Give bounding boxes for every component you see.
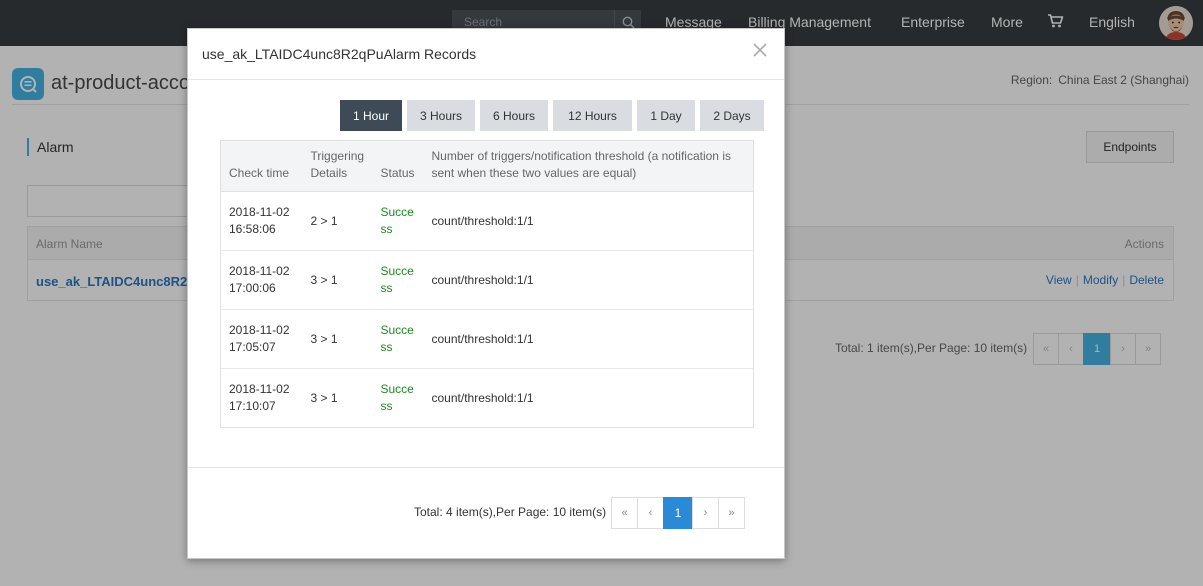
threshold-cell: count/threshold:1/1 <box>423 250 754 310</box>
tab-1-hour[interactable]: 1 Hour <box>340 100 402 131</box>
dialog-footer-divider <box>188 467 784 468</box>
threshold-cell: count/threshold:1/1 <box>431 390 534 405</box>
last-page-button[interactable]: » <box>718 497 745 529</box>
records-table: Check time Triggering Details Status Num… <box>220 140 754 428</box>
status-cell: Success <box>372 309 424 369</box>
alarm-records-dialog: use_ak_LTAIDC4unc8R2qPuAlarm Records 1 H… <box>187 28 785 559</box>
table-row: 2018-11-02 17:00:06 3 > 1 Success count/t… <box>220 250 754 310</box>
status-cell: Success <box>380 382 414 413</box>
trigger-detail-cell: 3 > 1 <box>302 250 373 310</box>
check-clock: 16:58:06 <box>229 222 276 236</box>
table-row: 2018-11-02 17:10:07 3 > 1 Success count/t… <box>221 369 754 428</box>
trigger-detail-cell: 3 > 1 <box>310 390 338 405</box>
prev-page-button[interactable]: ‹ <box>637 497 664 529</box>
trigger-detail-cell: 3 > 1 <box>302 309 373 369</box>
check-clock: 17:05:07 <box>229 340 276 354</box>
check-time-cell: 2018-11-02 17:00:06 <box>220 250 303 310</box>
first-page-button[interactable]: « <box>611 497 638 529</box>
column-threshold: Number of triggers/notification threshol… <box>423 140 754 192</box>
tab-12-hours[interactable]: 12 Hours <box>553 100 632 131</box>
check-clock: 17:00:06 <box>229 281 276 295</box>
check-clock: 17:10:07 <box>229 399 276 413</box>
check-time-cell: 2018-11-02 17:05:07 <box>220 309 303 369</box>
dialog-header-divider <box>188 79 784 80</box>
check-time-cell: 2018-11-02 16:58:06 <box>220 191 303 251</box>
table-row: 2018-11-02 17:05:07 3 > 1 Success count/t… <box>220 309 754 369</box>
check-date: 2018-11-02 <box>229 264 290 278</box>
dialog-title: use_ak_LTAIDC4unc8R2qPuAlarm Records <box>202 46 477 62</box>
column-status: Status <box>372 140 424 192</box>
status-cell: Success <box>372 250 424 310</box>
tab-1-day[interactable]: 1 Day <box>637 100 695 131</box>
records-pagination: « ‹ 1 › » <box>611 497 745 529</box>
next-page-button[interactable]: › <box>692 497 719 529</box>
threshold-cell: count/threshold:1/1 <box>423 191 754 251</box>
close-button[interactable] <box>752 42 768 58</box>
tab-3-hours[interactable]: 3 Hours <box>407 100 475 131</box>
tab-2-days[interactable]: 2 Days <box>700 100 764 131</box>
check-date: 2018-11-02 <box>229 323 290 337</box>
time-range-tabs: 1 Hour 3 Hours 6 Hours 12 Hours 1 Day 2 … <box>340 100 769 131</box>
check-time-cell: 2018-11-02 17:10:07 <box>221 369 303 428</box>
check-date: 2018-11-02 <box>229 205 290 219</box>
status-cell: Success <box>372 191 424 251</box>
check-date: 2018-11-02 <box>229 382 290 396</box>
tab-6-hours[interactable]: 6 Hours <box>480 100 548 131</box>
threshold-cell: count/threshold:1/1 <box>423 309 754 369</box>
column-check-time: Check time <box>220 140 303 192</box>
trigger-detail-cell: 2 > 1 <box>302 191 373 251</box>
records-total: Total: 4 item(s),Per Page: 10 item(s) <box>414 505 607 519</box>
page-number-1[interactable]: 1 <box>663 497 693 529</box>
column-triggering-details: Triggering Details <box>302 140 373 192</box>
close-icon <box>753 43 767 57</box>
table-header-row: Check time Triggering Details Status Num… <box>220 140 754 192</box>
table-row: 2018-11-02 16:58:06 2 > 1 Success count/t… <box>220 191 754 251</box>
